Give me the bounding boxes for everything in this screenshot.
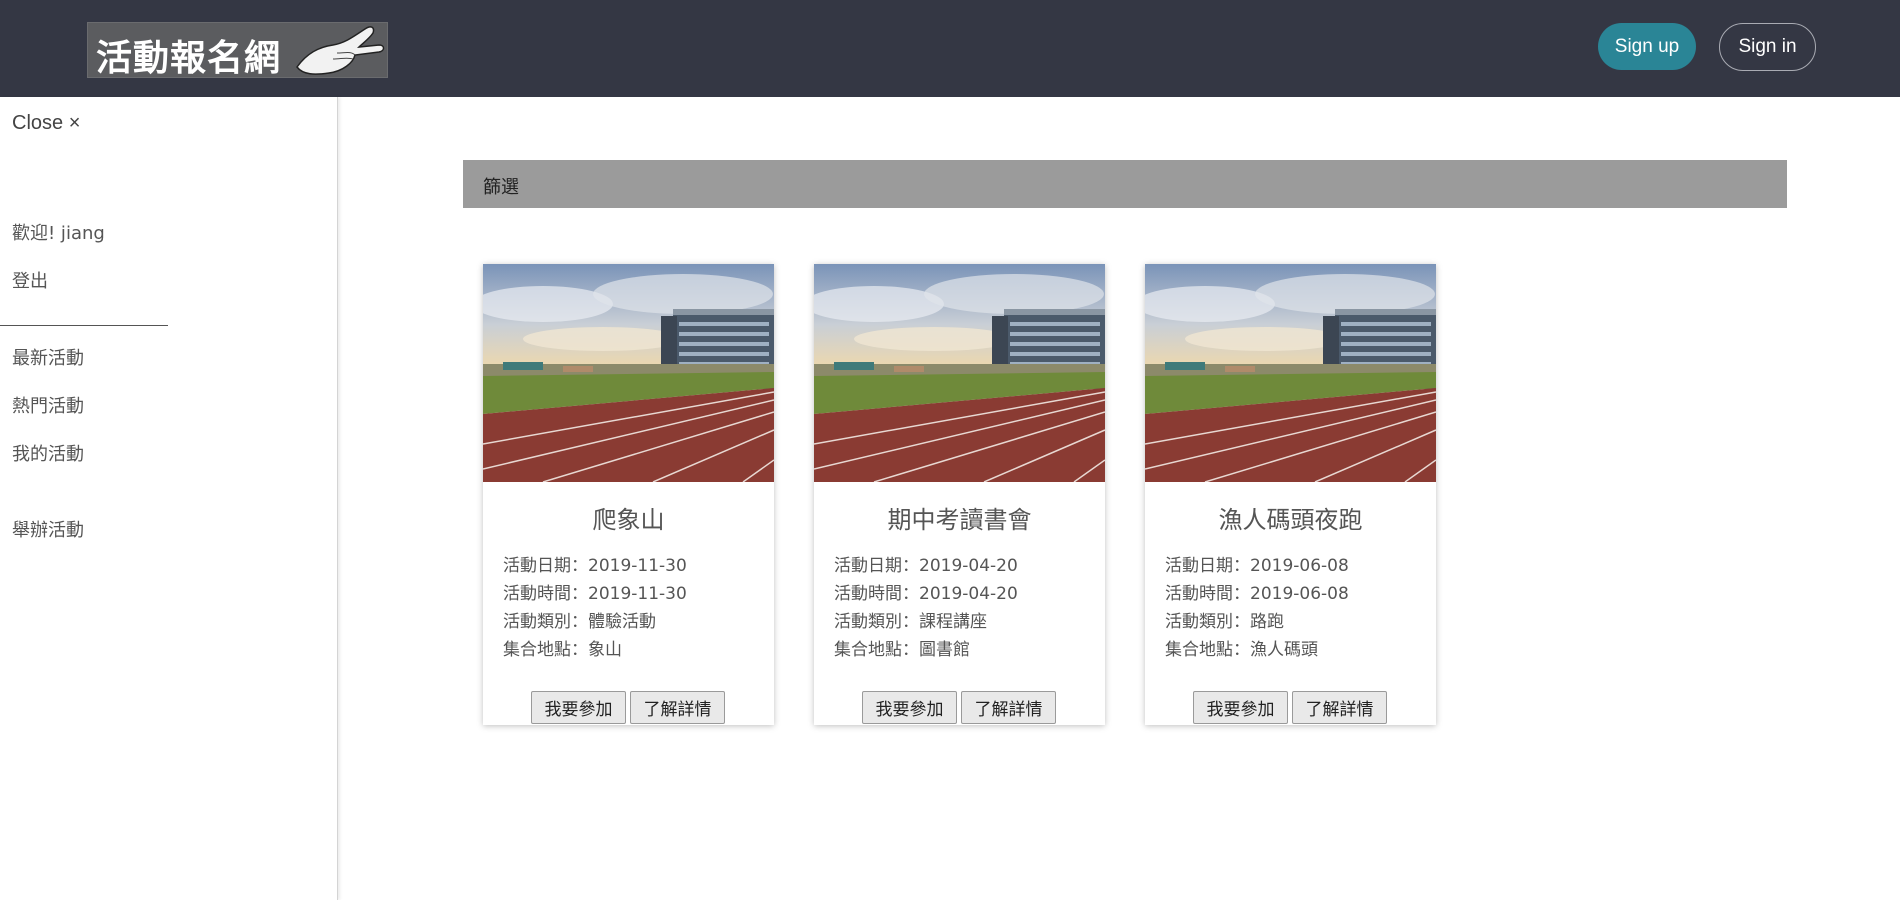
activity-image — [1145, 264, 1436, 482]
sidebar-item-my-activities[interactable]: 我的活動 — [12, 440, 84, 466]
details-button[interactable]: 了解詳情 — [961, 691, 1056, 724]
activity-image — [483, 264, 774, 482]
activity-card: 爬象山 活動日期：2019-11-30 活動時間：2019-11-30 活動類別… — [483, 264, 774, 725]
activity-category: 活動類別：路跑 — [1165, 612, 1284, 632]
activity-time: 活動時間：2019-04-20 — [834, 584, 1018, 604]
activity-time: 活動時間：2019-06-08 — [1165, 584, 1349, 604]
signup-button[interactable]: Sign up — [1598, 23, 1696, 70]
sidebar: Close × 歡迎! jiang 登出 最新活動 熱門活動 我的活動 舉辦活動 — [0, 97, 338, 900]
filter-bar[interactable]: 篩選 — [463, 160, 1787, 208]
activity-date: 活動日期：2019-06-08 — [1165, 556, 1349, 576]
activity-category: 活動類別：課程講座 — [834, 612, 987, 632]
activity-date: 活動日期：2019-11-30 — [503, 556, 687, 576]
join-button[interactable]: 我要參加 — [862, 691, 957, 724]
sidebar-close-link[interactable]: Close × — [12, 112, 80, 135]
activity-location: 集合地點：漁人碼頭 — [1165, 640, 1318, 660]
logout-link[interactable]: 登出 — [12, 267, 48, 293]
activity-location: 集合地點：圖書館 — [834, 640, 970, 660]
logo-text: 活動報名網 — [96, 38, 282, 78]
top-navbar: 活動報名網 Sign up Sign in — [0, 0, 1900, 97]
signin-button[interactable]: Sign in — [1719, 23, 1816, 71]
welcome-link[interactable]: 歡迎! jiang — [12, 219, 105, 245]
join-button[interactable]: 我要參加 — [531, 691, 626, 724]
activity-date: 活動日期：2019-04-20 — [834, 556, 1018, 576]
details-button[interactable]: 了解詳情 — [1292, 691, 1387, 724]
activity-card: 漁人碼頭夜跑 活動日期：2019-06-08 活動時間：2019-06-08 活… — [1145, 264, 1436, 725]
sidebar-item-latest[interactable]: 最新活動 — [12, 344, 84, 370]
activity-title: 漁人碼頭夜跑 — [1218, 506, 1363, 534]
hand-icon — [296, 26, 385, 75]
sidebar-item-host-activity[interactable]: 舉辦活動 — [12, 516, 84, 542]
activity-title: 期中考讀書會 — [887, 506, 1032, 534]
activity-title: 爬象山 — [592, 506, 665, 534]
activity-location: 集合地點：象山 — [503, 640, 622, 660]
site-logo[interactable]: 活動報名網 — [87, 22, 388, 78]
details-button[interactable]: 了解詳情 — [630, 691, 725, 724]
activity-card: 期中考讀書會 活動日期：2019-04-20 活動時間：2019-04-20 活… — [814, 264, 1105, 725]
filter-label: 篩選 — [483, 177, 519, 198]
sidebar-item-popular[interactable]: 熱門活動 — [12, 392, 84, 418]
join-button[interactable]: 我要參加 — [1193, 691, 1288, 724]
sidebar-divider — [0, 325, 168, 326]
activity-image — [814, 264, 1105, 482]
activity-category: 活動類別：體驗活動 — [503, 612, 656, 632]
activity-time: 活動時間：2019-11-30 — [503, 584, 687, 604]
